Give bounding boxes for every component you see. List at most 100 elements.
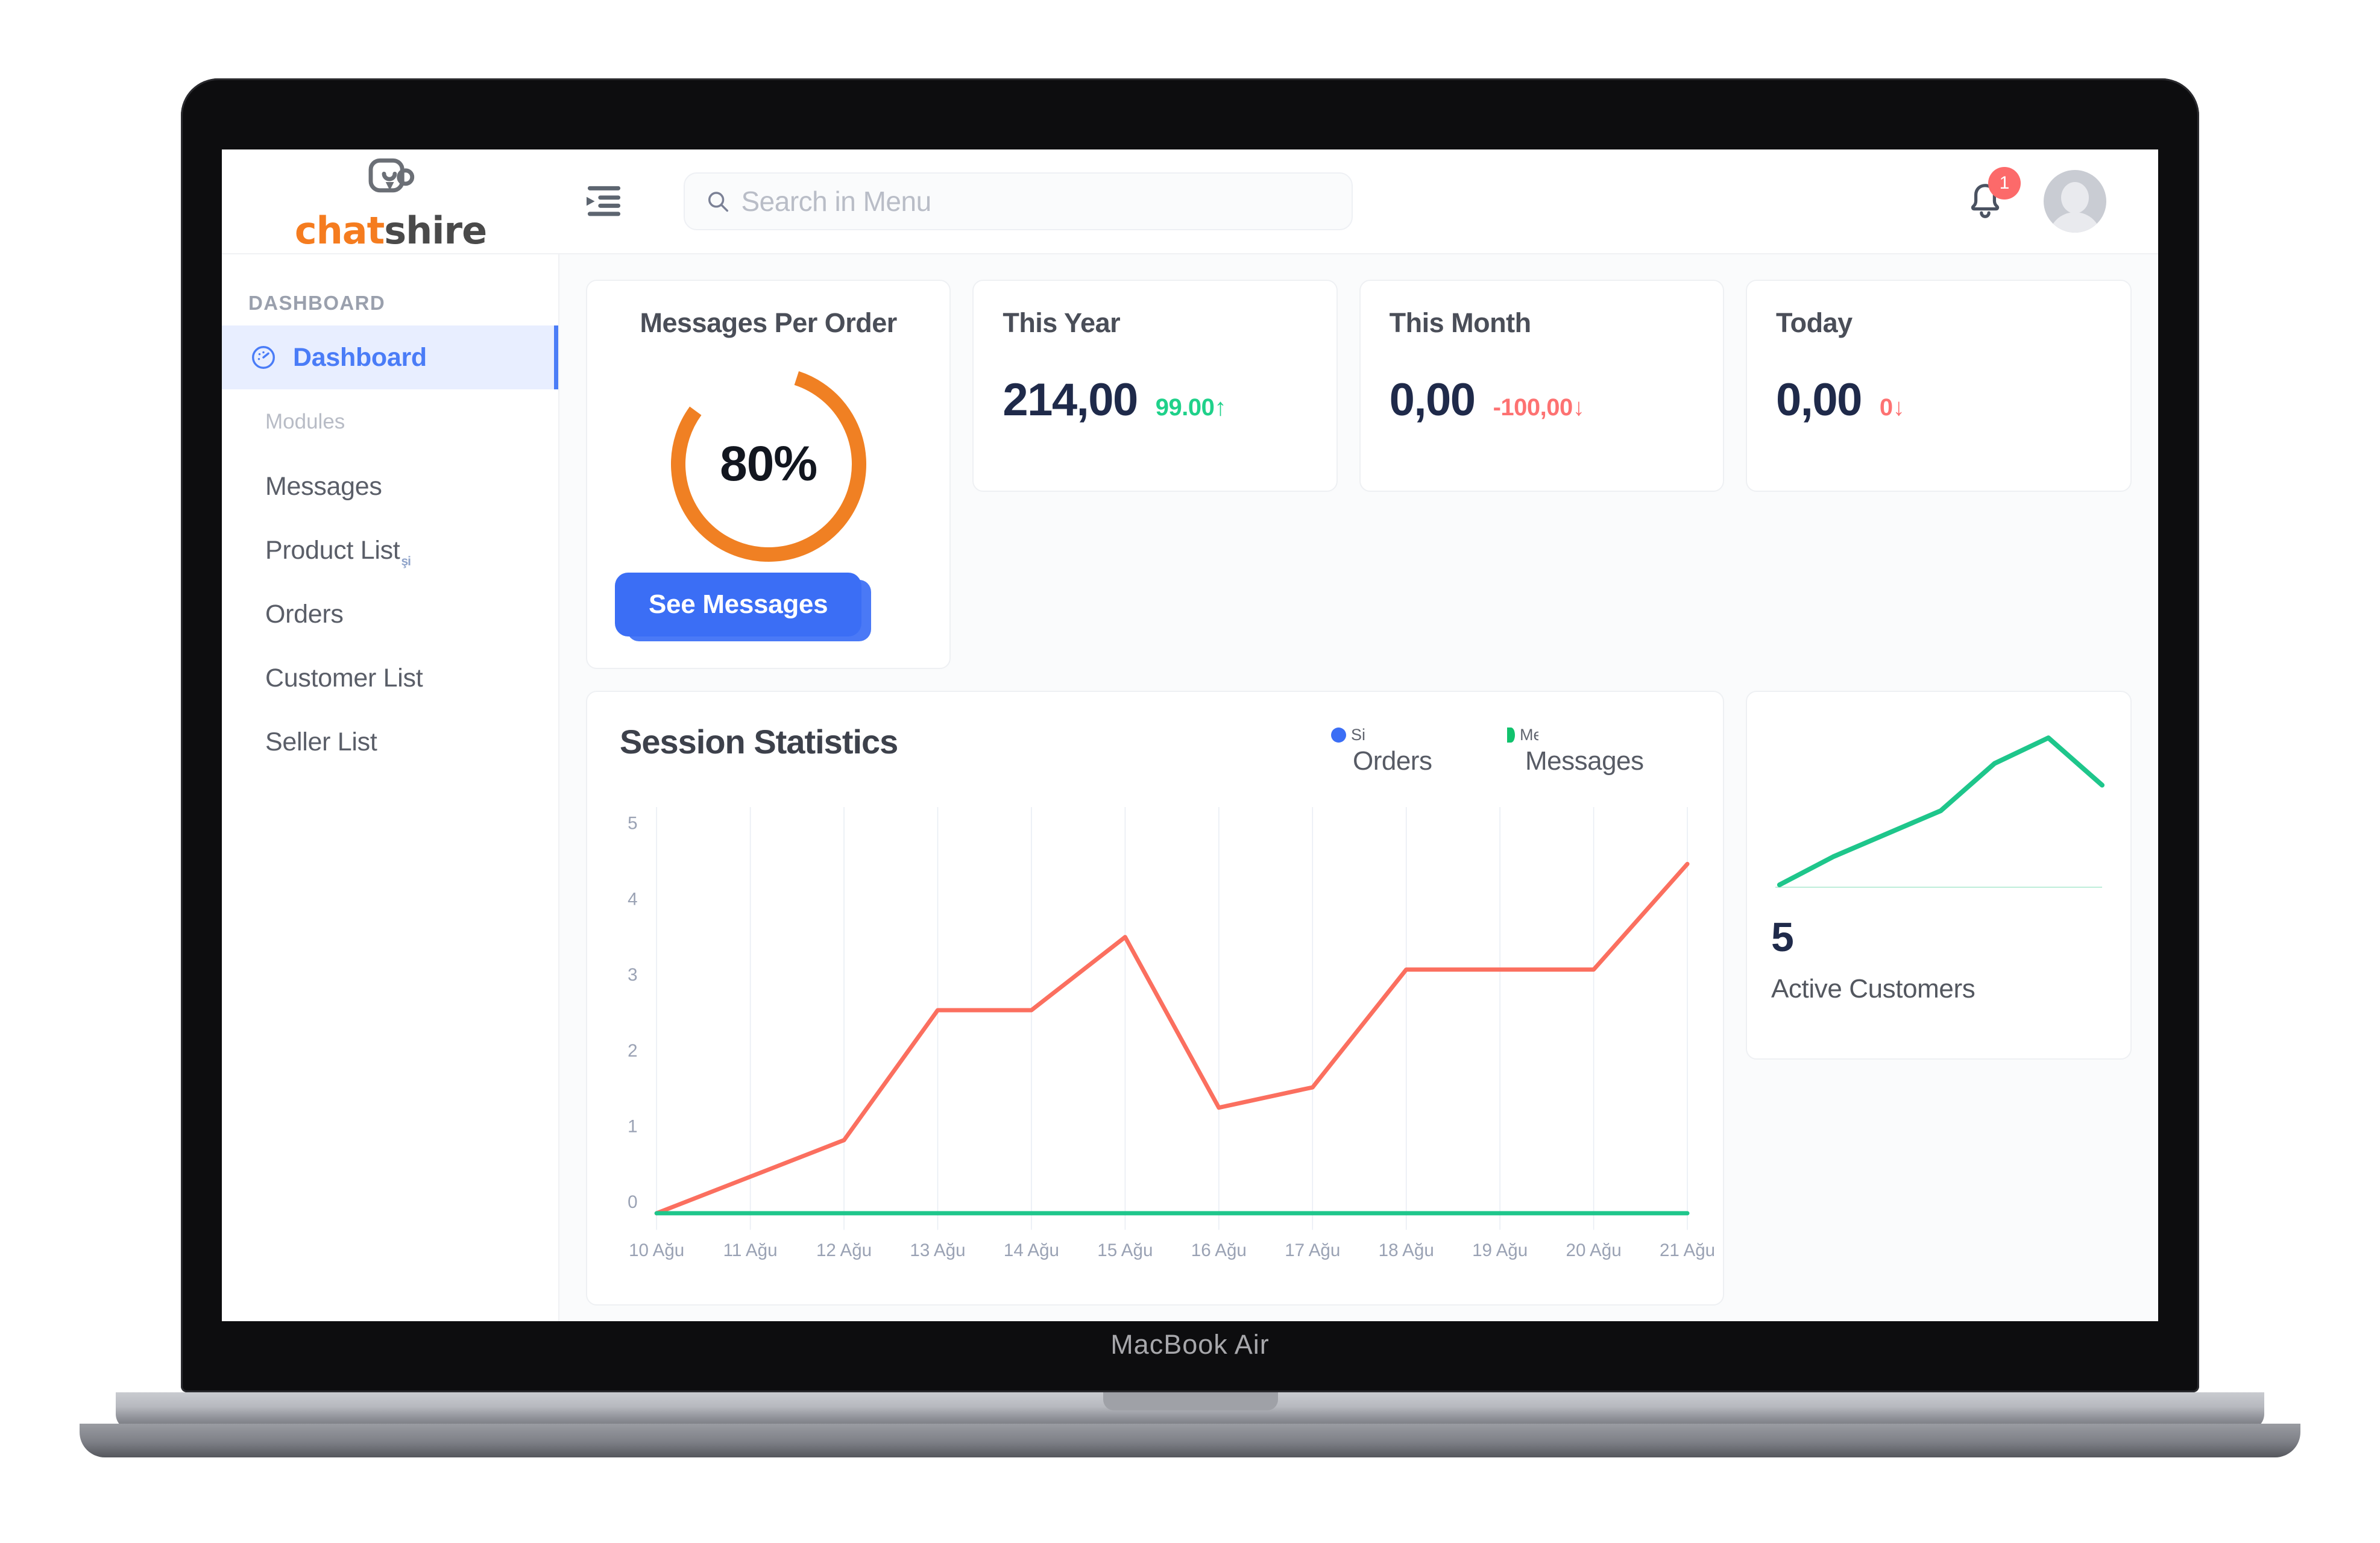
sidebar-item-messages[interactable]: Messages	[222, 454, 558, 518]
sidebar-item-seller-list-label: Seller List	[265, 727, 377, 756]
sidebar-item-customer-list[interactable]: Customer List	[222, 646, 558, 710]
legend-item-orders[interactable]: Sipariş Orders	[1330, 726, 1464, 780]
legend-item-messages[interactable]: Mesaj Messages	[1503, 726, 1644, 780]
main-content: This Year 214,00 99.00↑ This Month 0,00 …	[559, 253, 2158, 1321]
svg-text:11 Ağu: 11 Ağu	[723, 1240, 778, 1260]
chat-bubble-logo-icon	[368, 158, 415, 193]
kpi-row: 0,00 -100,00↓	[1390, 374, 1694, 426]
kpi-delta-value: -100,00	[1493, 394, 1573, 421]
kpi-delta: -100,00↓	[1493, 394, 1585, 421]
session-chart-labels: 0 1 2 3 4 5 10 Ağu 11 Ağu 12 Ağu 13 Ağu 14 Ağu 15 A…	[628, 814, 1715, 1260]
kpi-card-this-month: This Month 0,00 -100,00↓	[1359, 280, 1724, 492]
legend-mini-orders-label: Sipariş	[1350, 726, 1366, 744]
brand-logo-area[interactable]: chatshire	[222, 149, 559, 253]
session-statistics-title: Session Statistics	[620, 723, 898, 761]
sidebar-item-orders-label: Orders	[265, 599, 344, 629]
kpi-title: Today	[1775, 307, 1853, 338]
search-bar[interactable]	[684, 172, 1353, 230]
search-input[interactable]	[741, 185, 1331, 218]
legend-mini-orders: Sipariş	[1330, 726, 1366, 744]
avatar-head	[2061, 182, 2089, 213]
session-statistics-header: Session Statistics Sipariş Orders	[620, 722, 1690, 780]
session-statistics-card: Session Statistics Sipariş Orders	[586, 691, 1724, 1306]
dashboard-app: chatshire Search in Menu 1 DASHBOARD Das…	[222, 149, 2158, 1321]
laptop-hinge-notch	[1103, 1392, 1278, 1410]
notification-bell-button[interactable]: 1	[1963, 167, 2021, 224]
avatar-body	[2048, 212, 2101, 233]
kpi-value: 0,00	[1389, 374, 1476, 426]
sidebar-section-modules-label: Modules	[265, 410, 345, 433]
svg-text:18 Ağu: 18 Ağu	[1379, 1240, 1434, 1260]
messages-per-order-donut: 80%	[660, 356, 877, 573]
active-customers-sparkline	[1771, 716, 2106, 897]
screen: chatshire Search in Menu 1 DASHBOARD Das…	[222, 149, 2158, 1321]
device-model-label: MacBook Air	[1110, 1329, 1270, 1360]
sidebar-item-orders[interactable]: Orders	[222, 582, 558, 646]
kpi-card-this-year: This Year 214,00 99.00↑	[972, 280, 1338, 492]
svg-text:2: 2	[628, 1041, 637, 1061]
svg-text:12 Ağu: 12 Ağu	[816, 1240, 872, 1260]
laptop-base-lower	[80, 1424, 2300, 1457]
search-icon	[708, 192, 729, 212]
sidebar-item-customer-list-label: Customer List	[265, 663, 423, 693]
svg-text:16 Ağu: 16 Ağu	[1191, 1240, 1247, 1260]
kpi-row: 0,00 0↓	[1776, 374, 2101, 426]
svg-text:21 Ağu: 21 Ağu	[1660, 1240, 1715, 1260]
kpi-card-today: Today 0,00 0↓	[1745, 280, 2132, 492]
svg-text:14 Ağu: 14 Ağu	[1004, 1240, 1059, 1260]
legend-orders-label: Orders	[1352, 746, 1432, 776]
active-customers-card: 5 Active Customers	[1745, 691, 2132, 1060]
svg-text:1: 1	[628, 1116, 637, 1136]
svg-text:15 Ağu: 15 Ağu	[1097, 1240, 1153, 1260]
svg-text:19 Ağu: 19 Ağu	[1472, 1240, 1528, 1260]
kpi-delta-arrow-icon: ↓	[1572, 394, 1585, 421]
sidebar-item-dashboard[interactable]: Dashboard	[222, 325, 558, 389]
sidebar-item-messages-label: Messages	[265, 471, 382, 501]
kpi-delta-arrow-icon: ↓	[1892, 394, 1905, 421]
kpi-value: 214,00	[1003, 374, 1138, 426]
svg-text:0: 0	[628, 1192, 637, 1212]
laptop-mockup: chatshire Search in Menu 1 DASHBOARD Das…	[80, 78, 2300, 1457]
kpi-row: 214,00 99.00↑	[1003, 374, 1307, 426]
svg-text:13 Ağu: 13 Ağu	[910, 1240, 965, 1260]
kpi-title: This Month	[1389, 307, 1531, 338]
sidebar-item-product-list[interactable]: Product List şi	[222, 518, 558, 582]
topbar: chatshire Search in Menu 1	[222, 149, 2158, 253]
kpi-delta: 0↓	[1879, 394, 1905, 421]
svg-text:3: 3	[628, 965, 637, 985]
kpi-delta-value: 0	[1879, 394, 1893, 421]
svg-text:10 Ağu: 10 Ağu	[629, 1240, 684, 1260]
brand-word-chat: chat	[294, 209, 385, 253]
legend-mini-messages: Mesaj	[1503, 726, 1538, 744]
active-customers-label: Active Customers	[1771, 974, 1975, 1004]
session-line-chart: 0 1 2 3 4 5 10 Ağu 11 Ağu 12 Ağu 13 Ağu 14 Ağu 15 A…	[620, 796, 1715, 1280]
see-messages-button[interactable]: See Messages	[615, 573, 862, 636]
legend-messages-label: Messages	[1525, 746, 1644, 776]
svg-text:20 Ağu: 20 Ağu	[1566, 1240, 1622, 1260]
kpi-title: This Year	[1003, 307, 1121, 338]
notification-count-badge: 1	[1988, 167, 2021, 200]
brand-wordmark: chatshire	[294, 209, 487, 253]
sidebar-item-seller-list[interactable]: Seller List	[222, 710, 558, 774]
user-avatar[interactable]	[2044, 170, 2106, 233]
sidebar: DASHBOARD Dashboard Modules Messages Pro…	[222, 253, 559, 1321]
brand-word-shire: shire	[384, 209, 487, 253]
legend-dot-messages-icon	[1506, 728, 1515, 743]
kpi-delta: 99.00↑	[1155, 394, 1227, 421]
legend-mini-messages-label: Mesaj	[1519, 726, 1538, 744]
donut-percent-label: 80%	[720, 436, 817, 491]
sidebar-section-dashboard-label: DASHBOARD	[248, 292, 386, 314]
topbar-actions: 1	[1963, 167, 2158, 233]
messages-per-order-title: Messages Per Order	[640, 307, 898, 338]
sidebar-collapse-glyph	[587, 186, 621, 216]
kpi-delta-value: 99.00	[1155, 394, 1215, 421]
speedometer-icon	[252, 346, 275, 369]
sidebar-item-dashboard-label: Dashboard	[293, 342, 427, 372]
sidebar-collapse-icon[interactable]	[575, 172, 633, 230]
sidebar-item-product-list-badge: şi	[401, 555, 411, 568]
screen-bezel: chatshire Search in Menu 1 DASHBOARD Das…	[222, 149, 2158, 1321]
svg-text:17 Ağu: 17 Ağu	[1285, 1240, 1340, 1260]
messages-per-order-card: Messages Per Order 80% See Messages	[586, 280, 951, 669]
chart-legend: Sipariş Orders Mesaj	[1330, 722, 1690, 780]
active-customers-value: 5	[1771, 914, 1794, 960]
